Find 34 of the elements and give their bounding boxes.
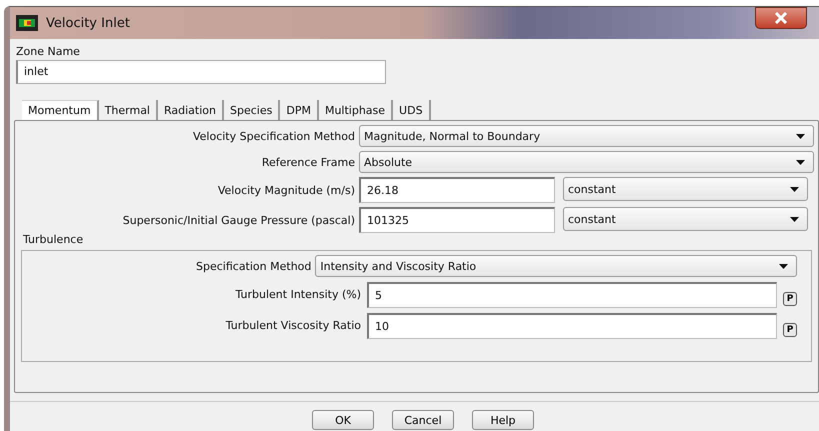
dropdown[interactable]: constant	[563, 207, 808, 231]
field-label: Specification Method	[196, 260, 312, 272]
window-title: Velocity Inlet	[46, 16, 130, 30]
app-icon	[16, 15, 38, 31]
field-label: Velocity Specification Method	[192, 130, 355, 142]
caret-icon	[790, 216, 799, 222]
value-field[interactable]: 5	[367, 282, 777, 308]
dropdown[interactable]: Magnitude, Normal to Boundary	[359, 125, 814, 147]
value-field[interactable]: 101325	[359, 207, 555, 233]
field-label: Turbulent Viscosity Ratio	[226, 318, 361, 332]
group-label: Turbulence	[23, 233, 84, 246]
tab[interactable]: Momentum	[22, 100, 99, 120]
dialog-button[interactable]: OK	[312, 410, 374, 430]
caret-icon	[790, 186, 799, 192]
value-field[interactable]: 10	[367, 313, 777, 339]
caret-icon	[796, 160, 805, 164]
value-field[interactable]: 26.18	[359, 177, 555, 203]
caret-icon	[779, 264, 788, 268]
field-label: Turbulent Intensity (%)	[235, 288, 361, 300]
dialog-button[interactable]: Cancel	[392, 410, 454, 430]
dropdown[interactable]: Intensity and Viscosity Ratio	[315, 255, 797, 277]
field-label: Velocity Magnitude (m/s)	[216, 184, 355, 196]
parameter-button[interactable]: P	[783, 323, 797, 337]
parameter-button[interactable]: P	[783, 292, 797, 306]
close-button[interactable]	[755, 7, 807, 29]
zone-name-field[interactable]: inlet	[16, 60, 386, 84]
dialog-button[interactable]: Help	[472, 410, 534, 430]
caret-icon	[796, 134, 805, 138]
dropdown[interactable]: constant	[563, 177, 808, 201]
close-icon	[774, 12, 788, 24]
field-label: Supersonic/Initial Gauge Pressure (pascal)	[122, 214, 355, 226]
zone-name-label: Zone Name	[16, 45, 81, 58]
field-label: Reference Frame	[260, 156, 355, 168]
dropdown[interactable]: Absolute	[359, 151, 814, 173]
